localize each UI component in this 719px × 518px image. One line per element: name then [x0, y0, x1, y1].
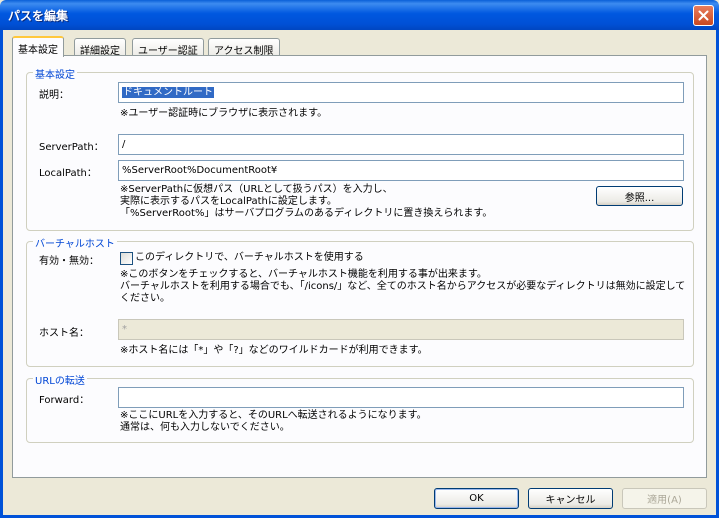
group-title-virtualhost: バーチャルホスト	[33, 235, 117, 250]
serverpath-label: ServerPath：	[39, 142, 104, 153]
forward-label: Forward：	[39, 395, 90, 406]
virtualhost-note-1: ※このボタンをチェックすると、バーチャルホスト機能を利用する事が出来ます。	[120, 269, 487, 280]
virtualhost-checkbox-label[interactable]: このディレクトリで、バーチャルホストを使用する	[135, 252, 364, 264]
cancel-button[interactable]: キャンセル	[528, 488, 613, 509]
group-virtual-host: バーチャルホスト 有効・無効： このディレクトリで、バーチャルホストを使用する …	[26, 235, 694, 367]
localpath-note-3: 「%ServerRoot%」はサーバプログラムのあるディレクトリに置き換えられま…	[120, 208, 493, 219]
description-label: 説明：	[39, 90, 69, 101]
forward-note-2: 通常は、何も入力しないでください。	[120, 422, 290, 433]
forward-note-1: ※ここにURLを入力すると、そのURLへ転送されるようになります。	[120, 410, 427, 421]
localpath-note-1: ※ServerPathに仮想パス（URLとして扱うパス）を入力し、	[120, 184, 393, 195]
close-button[interactable]	[693, 5, 714, 26]
virtualhost-note-2: バーチャルホストを利用する場合でも、「/icons/」など、全てのホスト名からア…	[120, 281, 686, 292]
virtualhost-note-3: ください。	[120, 293, 170, 304]
tab-user-auth[interactable]: ユーザー認証	[132, 38, 204, 57]
hostname-label: ホスト名：	[39, 328, 89, 339]
hostname-input[interactable]: *	[118, 319, 684, 340]
title-bar: パスを編集	[0, 0, 719, 30]
browse-button[interactable]: 参照...	[596, 186, 683, 206]
group-url-forward: URLの転送 Forward： ※ここにURLを入力すると、そのURLへ転送され…	[26, 372, 694, 443]
serverpath-input[interactable]: /	[118, 134, 684, 155]
apply-button[interactable]: 適用(A)	[622, 488, 707, 509]
tab-panel: 基本設定 説明： ドキュメントルート ※ユーザー認証時にブラウザに表示されます。…	[12, 55, 707, 478]
window-title: パスを編集	[8, 9, 69, 23]
hostname-note: ※ホスト名には「*」や「?」などのワイルドカードが利用できます。	[120, 345, 428, 356]
virtualhost-checkbox[interactable]	[120, 252, 133, 265]
localpath-input[interactable]: %ServerRoot%DocumentRoot¥	[118, 160, 684, 181]
group-title-forward: URLの転送	[33, 372, 87, 387]
ok-button[interactable]: OK	[434, 488, 519, 509]
localpath-label: LocalPath：	[39, 168, 97, 179]
tab-basic-settings[interactable]: 基本設定	[12, 36, 64, 57]
localpath-note-2: 実際に表示するパスをLocalPathに設定します。	[120, 196, 337, 207]
forward-input[interactable]	[118, 387, 684, 408]
tab-advanced-settings[interactable]: 詳細設定	[74, 38, 126, 57]
group-title-basic: 基本設定	[33, 66, 77, 81]
window-frame-left	[0, 30, 3, 518]
group-basic-settings: 基本設定 説明： ドキュメントルート ※ユーザー認証時にブラウザに表示されます。…	[26, 66, 694, 231]
description-value: ドキュメントルート	[122, 87, 214, 98]
description-note: ※ユーザー認証時にブラウザに表示されます。	[120, 108, 328, 119]
close-icon	[698, 10, 709, 21]
tab-access-restriction[interactable]: アクセス制限	[208, 38, 280, 57]
enable-label: 有効・無効：	[39, 256, 99, 267]
description-input[interactable]: ドキュメントルート	[118, 82, 684, 103]
